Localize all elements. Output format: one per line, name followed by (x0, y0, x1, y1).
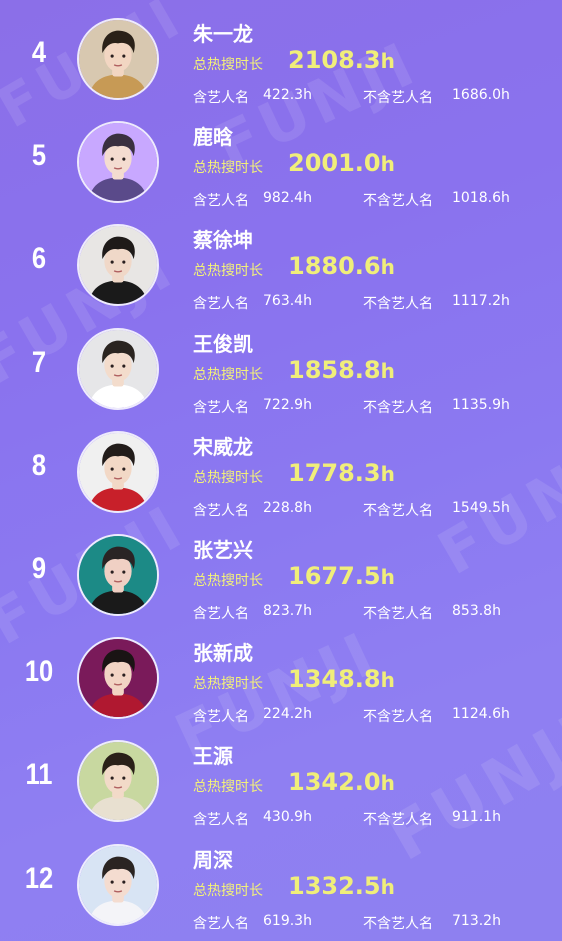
with-name-label: 含艺人名 (193, 709, 249, 726)
without-name-label: 不含艺人名 (363, 193, 433, 210)
ranking-row[interactable]: 11 王源 总热搜时长 1342.0h 含艺人名 430.9h 不含艺人名 91… (0, 732, 562, 835)
avatar-portrait-icon (79, 20, 157, 98)
ranking-row[interactable]: 12 周深 总热搜时长 1332.5h 含艺人名 619.3h 不含艺人名 71… (0, 836, 562, 939)
hot-total-label: 总热搜时长 (193, 263, 263, 280)
without-name-label: 不含艺人名 (363, 606, 433, 622)
with-name-value: 982.4h (263, 190, 312, 207)
avatar[interactable] (77, 740, 159, 823)
with-name-label: 含艺人名 (193, 812, 249, 829)
hot-total-label: 总热搜时长 (193, 160, 263, 177)
without-name-value: 911.1h (452, 809, 501, 826)
avatar[interactable] (77, 224, 159, 307)
without-name-label: 不含艺人名 (363, 399, 433, 416)
avatar[interactable] (77, 121, 159, 204)
without-name-label: 不含艺人名 (363, 915, 433, 932)
hot-total-value: 1332.5h (288, 871, 395, 900)
rank-number: 4 (31, 36, 47, 69)
with-name-label: 含艺人名 (193, 296, 249, 313)
hot-total-value: 1342.0h (288, 768, 395, 797)
avatar-portrait-icon (79, 845, 157, 924)
ranking-row[interactable]: 4 朱一龙 总热搜时长 2108.3h 含艺人名 422.3h 不含艺人名 16… (0, 10, 562, 113)
avatar[interactable] (77, 18, 159, 100)
without-name-value: 853.8h (452, 603, 501, 619)
with-name-value: 619.3h (263, 912, 312, 929)
rank-number: 5 (31, 139, 47, 173)
hot-total-label: 总热搜时长 (193, 882, 263, 899)
artist-name: 宋威龙 (193, 434, 253, 459)
hot-total-value: 2001.0h (288, 149, 395, 178)
without-name-value: 1686.0h (452, 87, 510, 103)
hot-total-label: 总热搜时长 (193, 676, 263, 693)
avatar-portrait-icon (79, 742, 157, 821)
artist-name: 王源 (193, 744, 233, 769)
avatar-portrait-icon (79, 329, 157, 408)
avatar[interactable] (77, 843, 159, 926)
hot-total-label: 总热搜时长 (193, 366, 263, 383)
without-name-label: 不含艺人名 (363, 502, 433, 519)
hot-total-value: 1348.8h (288, 665, 395, 694)
hot-total-label: 总热搜时长 (193, 469, 263, 486)
artist-name: 周深 (193, 847, 233, 872)
hot-total-label: 总热搜时长 (193, 573, 263, 589)
without-name-value: 1117.2h (452, 293, 510, 310)
ranking-row[interactable]: 9 张艺兴 总热搜时长 1677.5h 含艺人名 823.7h 不含艺人名 85… (0, 526, 562, 629)
avatar-portrait-icon (79, 432, 157, 511)
rank-number: 6 (31, 242, 47, 276)
hot-total-value: 1858.8h (288, 355, 395, 384)
hot-total-label: 总热搜时长 (193, 57, 263, 73)
artist-name: 朱一龙 (193, 22, 253, 46)
avatar-portrait-icon (79, 536, 157, 614)
artist-name: 王俊凯 (193, 331, 253, 356)
avatar-portrait-icon (79, 123, 157, 202)
without-name-value: 1018.6h (452, 190, 510, 207)
hot-total-value: 2108.3h (288, 46, 395, 74)
artist-name: 鹿晗 (193, 125, 233, 150)
artist-name: 蔡徐坤 (193, 228, 253, 253)
with-name-value: 422.3h (263, 87, 312, 103)
rank-number: 12 (24, 861, 54, 895)
artist-name: 张艺兴 (193, 538, 253, 562)
avatar-portrait-icon (79, 226, 157, 305)
hot-total-value: 1778.3h (288, 458, 395, 487)
with-name-value: 224.2h (263, 706, 312, 723)
rank-number: 9 (31, 552, 47, 585)
rank-number: 7 (31, 345, 47, 379)
without-name-value: 1549.5h (452, 499, 510, 516)
hot-total-label: 总热搜时长 (193, 779, 263, 796)
without-name-value: 713.2h (452, 912, 501, 929)
with-name-value: 823.7h (263, 603, 312, 619)
with-name-label: 含艺人名 (193, 193, 249, 210)
avatar-portrait-icon (79, 639, 157, 718)
ranking-row[interactable]: 8 宋威龙 总热搜时长 1778.3h 含艺人名 228.8h 不含艺人名 15… (0, 423, 562, 526)
avatar[interactable] (77, 430, 159, 513)
without-name-label: 不含艺人名 (363, 812, 433, 829)
rank-number: 10 (24, 655, 54, 689)
with-name-value: 722.9h (263, 396, 312, 413)
rank-number: 8 (31, 448, 47, 482)
without-name-label: 不含艺人名 (363, 296, 433, 313)
with-name-label: 含艺人名 (193, 915, 249, 932)
without-name-value: 1135.9h (452, 396, 510, 413)
artist-name: 张新成 (193, 641, 253, 666)
rank-number: 11 (25, 758, 53, 792)
avatar[interactable] (77, 534, 159, 616)
with-name-value: 763.4h (263, 293, 312, 310)
with-name-value: 228.8h (263, 499, 312, 516)
ranking-row[interactable]: 10 张新成 总热搜时长 1348.8h 含艺人名 224.2h 不含艺人名 1… (0, 629, 562, 732)
with-name-label: 含艺人名 (193, 90, 249, 106)
with-name-label: 含艺人名 (193, 606, 249, 622)
avatar[interactable] (77, 327, 159, 410)
ranking-row[interactable]: 7 王俊凯 总热搜时长 1858.8h 含艺人名 722.9h 不含艺人名 11… (0, 320, 562, 423)
without-name-label: 不含艺人名 (363, 709, 433, 726)
ranking-row[interactable]: 5 鹿晗 总热搜时长 2001.0h 含艺人名 982.4h 不含艺人名 101… (0, 113, 562, 216)
without-name-label: 不含艺人名 (363, 90, 433, 106)
avatar[interactable] (77, 637, 159, 720)
hot-total-value: 1880.6h (288, 252, 395, 281)
ranking-row[interactable]: 6 蔡徐坤 总热搜时长 1880.6h 含艺人名 763.4h 不含艺人名 11… (0, 216, 562, 319)
with-name-label: 含艺人名 (193, 399, 249, 416)
without-name-value: 1124.6h (452, 706, 510, 723)
hot-total-value: 1677.5h (288, 562, 395, 590)
with-name-value: 430.9h (263, 809, 312, 826)
with-name-label: 含艺人名 (193, 502, 249, 519)
